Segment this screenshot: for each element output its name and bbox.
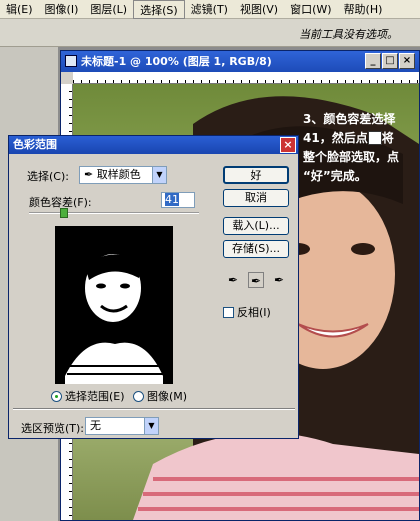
checkbox-icon bbox=[223, 306, 234, 318]
eyedropper-icon: ✒ bbox=[84, 168, 97, 181]
radio-image[interactable]: 图像(M) bbox=[133, 388, 187, 404]
ruler-horizontal bbox=[73, 72, 419, 84]
load-button[interactable]: 载入(L)... bbox=[223, 217, 289, 235]
menu-view[interactable]: 视图(V) bbox=[234, 0, 284, 19]
divider bbox=[13, 408, 295, 410]
options-hint: 当前工具没有选项。 bbox=[299, 28, 398, 41]
menu-image[interactable]: 图像(I) bbox=[39, 0, 85, 19]
eyedropper-icon[interactable]: ✒ bbox=[225, 272, 241, 288]
selection-preview bbox=[55, 226, 173, 384]
minimize-icon[interactable]: _ bbox=[365, 53, 381, 69]
instruction-line-2: 41，然后点将 bbox=[303, 131, 394, 145]
document-title: 未标题-1 @ 100% (图层 1, RGB/8) bbox=[81, 55, 272, 68]
instruction-text: 3、颜色容差选择 41，然后点将 整个脸部选取，点 “好”完成。 bbox=[303, 110, 418, 186]
eyedropper-inline-icon bbox=[367, 131, 382, 145]
photoshop-icon bbox=[65, 55, 77, 67]
document-titlebar[interactable]: 未标题-1 @ 100% (图层 1, RGB/8) _ □ × bbox=[61, 51, 419, 72]
menu-help[interactable]: 帮助(H) bbox=[338, 0, 389, 19]
menu-select[interactable]: 选择(S) bbox=[133, 0, 185, 19]
instruction-line-3: 整个脸部选取，点 bbox=[303, 150, 400, 164]
options-bar: 当前工具没有选项。 bbox=[0, 19, 420, 47]
ok-button[interactable]: 好 bbox=[223, 166, 289, 184]
menu-window[interactable]: 窗口(W) bbox=[284, 0, 337, 19]
preview-mask-image bbox=[55, 226, 173, 384]
close-icon[interactable]: × bbox=[280, 137, 296, 153]
tolerance-slider-thumb[interactable] bbox=[59, 208, 68, 218]
select-dropdown[interactable]: ✒ 取样颜色 ▼ bbox=[79, 166, 167, 184]
maximize-icon[interactable]: □ bbox=[382, 53, 398, 69]
instruction-line-4: “好”完成。 bbox=[303, 169, 367, 183]
select-label: 选择(C): bbox=[27, 170, 69, 183]
cancel-button[interactable]: 取消 bbox=[223, 189, 289, 207]
dialog-title: 色彩范围 bbox=[13, 138, 57, 151]
menu-edit[interactable]: 辑(E) bbox=[0, 0, 39, 19]
menu-bar: 辑(E) 图像(I) 图层(L) 选择(S) 滤镜(T) 视图(V) 窗口(W)… bbox=[0, 0, 420, 19]
chevron-down-icon: ▼ bbox=[144, 418, 158, 434]
radio-unselected-icon bbox=[133, 390, 144, 402]
tolerance-slider-track[interactable] bbox=[29, 212, 199, 214]
eyedropper-minus-icon[interactable]: ✒ bbox=[271, 272, 287, 288]
preview-label: 选区预览(T): bbox=[21, 422, 85, 435]
close-icon[interactable]: × bbox=[399, 53, 415, 69]
tolerance-input[interactable]: 41 bbox=[161, 192, 195, 208]
menu-layer[interactable]: 图层(L) bbox=[84, 0, 133, 19]
preview-dropdown[interactable]: 无 ▼ bbox=[85, 417, 159, 435]
menu-filter[interactable]: 滤镜(T) bbox=[185, 0, 234, 19]
instruction-line-1: 3、颜色容差选择 bbox=[303, 112, 396, 126]
radio-selection[interactable]: 选择范围(E) bbox=[51, 388, 125, 404]
radio-selected-icon bbox=[51, 390, 62, 402]
dialog-titlebar[interactable]: 色彩范围 × bbox=[9, 136, 298, 154]
eyedropper-plus-icon[interactable]: ✒ bbox=[248, 272, 264, 288]
chevron-down-icon: ▼ bbox=[152, 167, 166, 183]
invert-checkbox[interactable]: 反相(I) bbox=[223, 304, 271, 320]
color-range-dialog: 色彩范围 × 选择(C): ✒ 取样颜色 ▼ 颜色容差(F): 41 选择范围(… bbox=[8, 135, 299, 439]
save-button[interactable]: 存储(S)... bbox=[223, 240, 289, 258]
